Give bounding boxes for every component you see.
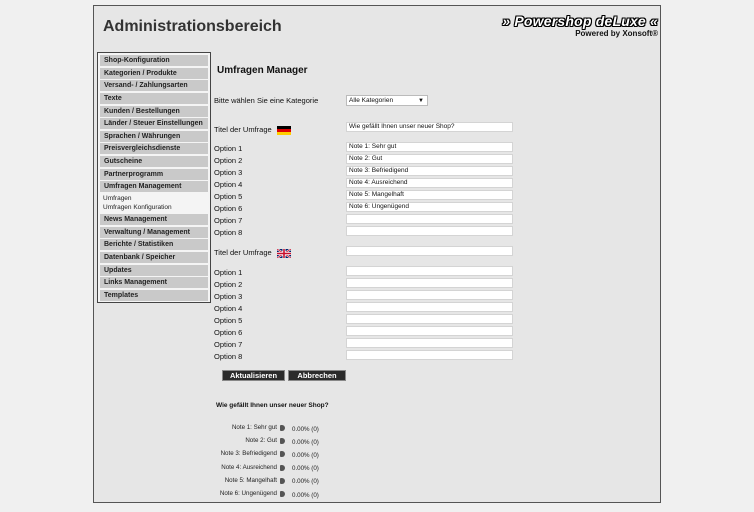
category-select[interactable]: Alle Kategorien ▼ bbox=[346, 95, 428, 106]
sidebar-item-updates[interactable]: Updates bbox=[100, 264, 208, 276]
sidebar-item-kategorien-produkte[interactable]: Kategorien / Produkte bbox=[100, 67, 208, 79]
results-question: Wie gefällt Ihnen unser neuer Shop? bbox=[216, 402, 329, 409]
de-option-input[interactable]: Note 2: Gut bbox=[346, 154, 513, 164]
de-option-label: Option 1 bbox=[214, 144, 243, 153]
en-title-label: Titel der Umfrage bbox=[214, 248, 291, 258]
brand-logo: » Powershop deLuxe « Powered by Xonsoft® bbox=[502, 13, 658, 38]
sidebar-nav: Shop-Konfiguration Kategorien / Produkte… bbox=[97, 52, 211, 303]
sidebar-item-datenbank-speicher[interactable]: Datenbank / Speicher bbox=[100, 251, 208, 263]
en-option-input[interactable] bbox=[346, 326, 513, 336]
result-bar-icon bbox=[280, 425, 285, 431]
de-option-input[interactable]: Note 6: Ungenügend bbox=[346, 202, 513, 212]
result-value: 0.00% (0) bbox=[292, 438, 319, 446]
sidebar-item-partnerprogramm[interactable]: Partnerprogramm bbox=[100, 168, 208, 180]
sidebar-item-verwaltung-management[interactable]: Verwaltung / Management bbox=[100, 226, 208, 238]
sidebar-item-preisvergleichsdienste[interactable]: Preisvergleichsdienste bbox=[100, 143, 208, 155]
uk-flag-icon bbox=[276, 248, 291, 258]
result-value: 0.00% (0) bbox=[292, 465, 319, 473]
result-value: 0.00% (0) bbox=[292, 491, 319, 499]
result-label: Note 4: Ausreichend bbox=[221, 463, 277, 471]
admin-frame: Administrationsbereich » Powershop deLux… bbox=[93, 5, 661, 503]
en-option-input[interactable] bbox=[346, 314, 513, 324]
en-title-input[interactable] bbox=[346, 246, 513, 256]
de-option-label: Option 8 bbox=[214, 228, 243, 237]
sidebar-item-shop-konfiguration[interactable]: Shop-Konfiguration bbox=[100, 55, 208, 66]
update-button[interactable]: Aktualisieren bbox=[222, 370, 285, 381]
de-option-input[interactable]: Note 5: Mangelhaft bbox=[346, 190, 513, 200]
en-option-label: Option 1 bbox=[214, 268, 243, 277]
en-option-input[interactable] bbox=[346, 338, 513, 348]
brand-powered-by: Powered by Xonsoft® bbox=[575, 29, 658, 38]
de-option-input[interactable]: Note 4: Ausreichend bbox=[346, 178, 513, 188]
result-bar-icon bbox=[280, 477, 285, 484]
sidebar-item-links-management[interactable]: Links Management bbox=[100, 277, 208, 289]
de-option-label: Option 7 bbox=[214, 216, 243, 225]
en-option-input[interactable] bbox=[346, 350, 513, 360]
result-label: Note 5: Mangelhaft bbox=[224, 476, 277, 484]
cancel-button[interactable]: Abbrechen bbox=[288, 370, 346, 381]
section-title: Umfragen Manager bbox=[217, 65, 308, 76]
en-option-label: Option 6 bbox=[214, 328, 243, 337]
result-label: Note 1: Sehr gut bbox=[231, 424, 277, 431]
result-bar-icon bbox=[280, 438, 285, 445]
sidebar-item-berichte-statistiken[interactable]: Berichte / Statistiken bbox=[100, 239, 208, 251]
de-option-label: Option 5 bbox=[214, 192, 243, 201]
en-option-input[interactable] bbox=[346, 266, 513, 276]
sidebar-item-laender-steuer[interactable]: Länder / Steuer Einstellungen bbox=[100, 118, 208, 130]
sidebar-item-kunden-bestellungen[interactable]: Kunden / Bestellungen bbox=[100, 105, 208, 117]
de-option-input[interactable] bbox=[346, 226, 513, 236]
result-bar-icon bbox=[280, 491, 285, 497]
en-option-input[interactable] bbox=[346, 278, 513, 288]
result-bar-icon bbox=[280, 451, 285, 458]
result-label: Note 3: Befriedigend bbox=[220, 450, 277, 458]
en-option-label: Option 7 bbox=[214, 340, 243, 349]
de-option-label: Option 3 bbox=[214, 168, 243, 177]
sidebar-item-texte[interactable]: Texte bbox=[100, 92, 208, 104]
de-option-input[interactable]: Note 3: Befriedigend bbox=[346, 166, 513, 176]
de-title-input[interactable]: Wie gefällt Ihnen unser neuer Shop? bbox=[346, 122, 513, 132]
sidebar-item-gutscheine[interactable]: Gutscheine bbox=[100, 156, 208, 168]
result-label: Note 6: Ungenügend bbox=[219, 490, 277, 497]
result-bar-icon bbox=[280, 464, 285, 471]
de-option-input[interactable] bbox=[346, 214, 513, 224]
en-option-label: Option 3 bbox=[214, 292, 243, 301]
en-option-input[interactable] bbox=[346, 302, 513, 312]
de-option-label: Option 6 bbox=[214, 204, 243, 213]
sidebar-subitem-umfragen-konfiguration[interactable]: Umfragen Konfiguration bbox=[100, 203, 208, 212]
de-option-input[interactable]: Note 1: Sehr gut bbox=[346, 142, 513, 152]
sidebar-item-umfragen-management[interactable]: Umfragen Management bbox=[100, 181, 208, 193]
category-select-value: Alle Kategorien bbox=[349, 97, 394, 104]
result-value: 0.00% (0) bbox=[292, 451, 319, 459]
chevron-down-icon: ▼ bbox=[418, 98, 424, 104]
sidebar-subitem-umfragen[interactable]: Umfragen bbox=[100, 194, 208, 203]
result-value: 0.00% (0) bbox=[292, 478, 319, 486]
category-label: Bitte wählen Sie eine Kategorie bbox=[214, 96, 319, 105]
en-option-label: Option 5 bbox=[214, 316, 243, 325]
en-title-label-text: Titel der Umfrage bbox=[214, 248, 272, 257]
page-title: Administrationsbereich bbox=[103, 18, 282, 35]
en-option-label: Option 2 bbox=[214, 280, 243, 289]
result-label: Note 2: Gut bbox=[245, 437, 277, 445]
en-option-label: Option 4 bbox=[214, 304, 243, 313]
sidebar-item-templates[interactable]: Templates bbox=[100, 289, 208, 301]
de-title-label: Titel der Umfrage bbox=[214, 125, 291, 135]
sidebar-item-versand-zahlungsarten[interactable]: Versand- / Zahlungsarten bbox=[100, 80, 208, 92]
brand-name: » Powershop deLuxe « bbox=[502, 13, 658, 29]
sidebar-item-sprachen-waehrungen[interactable]: Sprachen / Währungen bbox=[100, 130, 208, 142]
de-option-label: Option 2 bbox=[214, 156, 243, 165]
german-flag-icon bbox=[276, 125, 291, 135]
en-option-input[interactable] bbox=[346, 290, 513, 300]
result-value: 0.00% (0) bbox=[292, 425, 319, 433]
en-option-label: Option 8 bbox=[214, 352, 243, 361]
de-option-label: Option 4 bbox=[214, 180, 243, 189]
de-title-label-text: Titel der Umfrage bbox=[214, 125, 272, 134]
sidebar-item-news-management[interactable]: News Management bbox=[100, 214, 208, 226]
